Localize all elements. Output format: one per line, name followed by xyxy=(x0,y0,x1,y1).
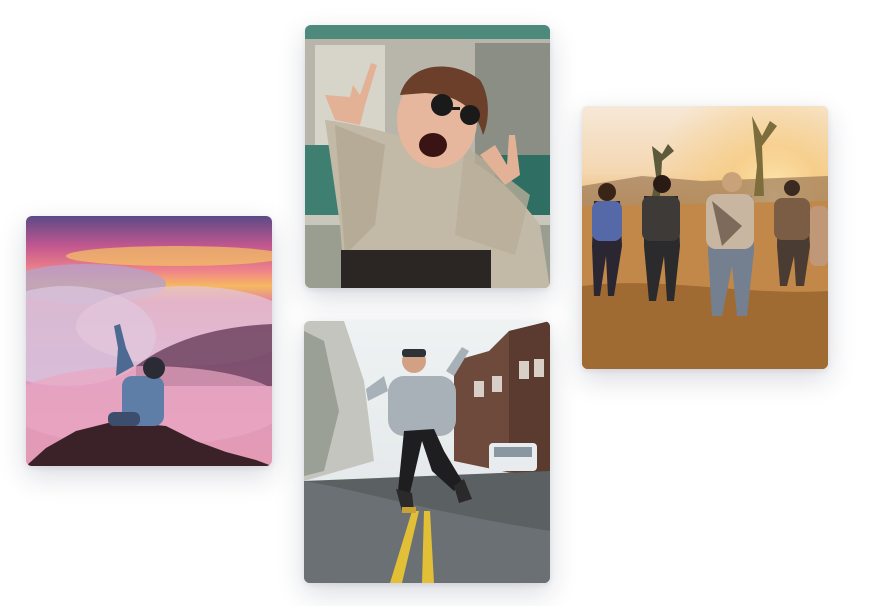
photo-card-street[interactable] xyxy=(304,321,550,583)
photo-card-girl[interactable] xyxy=(305,25,550,288)
woman-peace-sign-image xyxy=(305,25,550,288)
photo-card-clouds[interactable] xyxy=(26,216,272,466)
street-jump-image xyxy=(304,321,550,583)
desert-running-image xyxy=(582,106,828,369)
photo-collage xyxy=(0,0,874,606)
mountain-clouds-image xyxy=(26,216,272,466)
photo-card-desert[interactable] xyxy=(582,106,828,369)
